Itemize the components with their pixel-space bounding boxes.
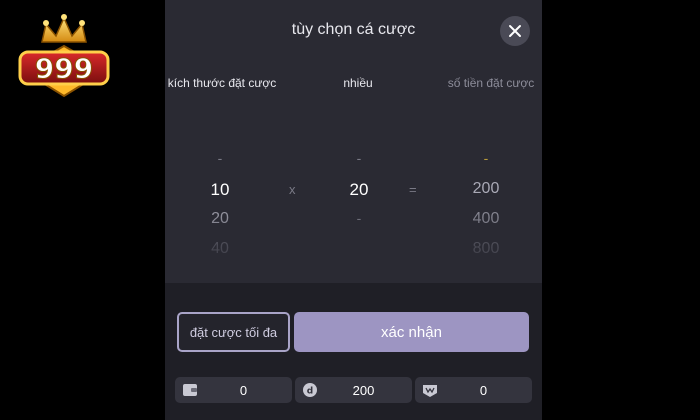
multiplier-selected[interactable]: 20	[319, 180, 399, 200]
coin-stack-icon: d	[303, 383, 317, 397]
close-icon	[509, 25, 521, 37]
brand-logo: 999	[12, 12, 116, 102]
win-badge-icon	[423, 385, 437, 397]
amount-item: 800	[472, 240, 500, 257]
wallet-icon	[183, 384, 197, 396]
multiplier-item[interactable]: -	[319, 210, 399, 226]
equals-symbol: =	[409, 182, 417, 197]
amount-item: 400	[472, 210, 500, 227]
svg-text:d: d	[307, 387, 313, 397]
amount-item: -	[483, 150, 489, 166]
multiplier-item[interactable]: -	[319, 150, 399, 166]
bet-size-item[interactable]: -	[180, 150, 260, 166]
close-button[interactable]	[500, 16, 530, 46]
column-bet-size: kích thước đặt cược	[167, 76, 277, 90]
bet-options-panel: tùy chọn cá cược kích thước đặt cược nhi…	[165, 0, 542, 420]
column-multiplier: nhiều	[343, 76, 373, 90]
bet-picker[interactable]: - 10 20 40 x - 20 - = - 200 400 800	[165, 100, 542, 280]
amount-selected: 200	[472, 180, 500, 197]
bet-size-selected[interactable]: 10	[180, 180, 260, 200]
confirm-button[interactable]: xác nhận	[294, 312, 529, 352]
times-symbol: x	[289, 182, 296, 197]
bet-size-item[interactable]: 20	[180, 210, 260, 228]
bet-stat: d 200	[295, 377, 412, 403]
wallet-stat: 0	[175, 377, 292, 403]
max-bet-button[interactable]: đặt cược tối đa	[177, 312, 290, 352]
crown-logo-icon: 999	[18, 14, 110, 98]
win-stat: 0	[415, 377, 532, 403]
logo-text: 999	[35, 52, 93, 85]
bet-size-item[interactable]: 40	[180, 240, 260, 258]
bottom-bar: đặt cược tối đa xác nhận 0 d 200 0	[165, 283, 542, 420]
panel-header: tùy chọn cá cược	[165, 0, 542, 62]
panel-title: tùy chọn cá cược	[291, 21, 416, 38]
column-bet-amount: số tiền đặt cược	[447, 76, 535, 90]
